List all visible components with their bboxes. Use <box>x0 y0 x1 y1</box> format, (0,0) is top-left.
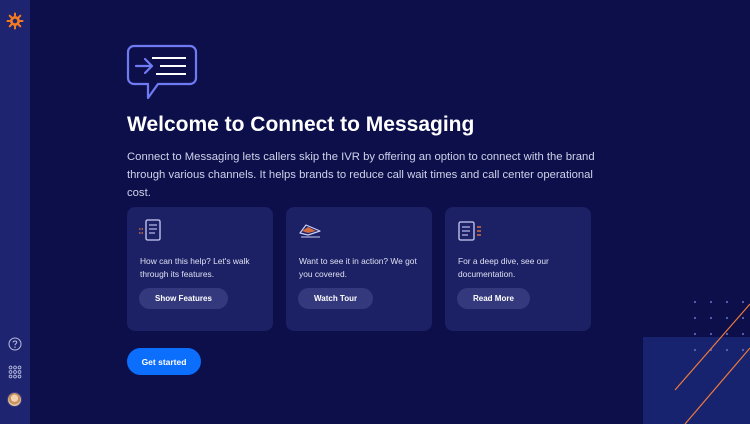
card-tour: Want to see it in action? We got you cov… <box>286 207 432 331</box>
user-avatar[interactable] <box>7 392 22 407</box>
card-docs: For a deep dive, see our documentation. … <box>445 207 591 331</box>
document-icon <box>458 221 481 241</box>
chat-arrow-icon <box>126 44 198 100</box>
sun-gear-logo-icon[interactable] <box>6 12 24 30</box>
page-title: Welcome to Connect to Messaging <box>127 113 475 136</box>
feature-list-icon <box>139 219 161 241</box>
watch-tour-button[interactable]: Watch Tour <box>298 288 374 309</box>
decorative-pattern <box>643 300 750 424</box>
card-text: Want to see it in action? We got you cov… <box>299 256 417 279</box>
page-description: Connect to Messaging lets callers skip t… <box>127 151 595 199</box>
sidebar <box>0 0 30 424</box>
app-grid-icon[interactable] <box>8 365 22 379</box>
card-text: For a deep dive, see our documentation. <box>458 256 549 279</box>
show-features-button[interactable]: Show Features <box>139 288 228 309</box>
card-text: How can this help? Let's walk through it… <box>140 256 250 279</box>
question-circle-icon[interactable] <box>8 337 22 351</box>
card-features: How can this help? Let's walk through it… <box>127 207 273 331</box>
get-started-button[interactable]: Get started <box>127 348 201 375</box>
tour-icon <box>299 224 321 238</box>
read-more-button[interactable]: Read More <box>457 288 530 309</box>
